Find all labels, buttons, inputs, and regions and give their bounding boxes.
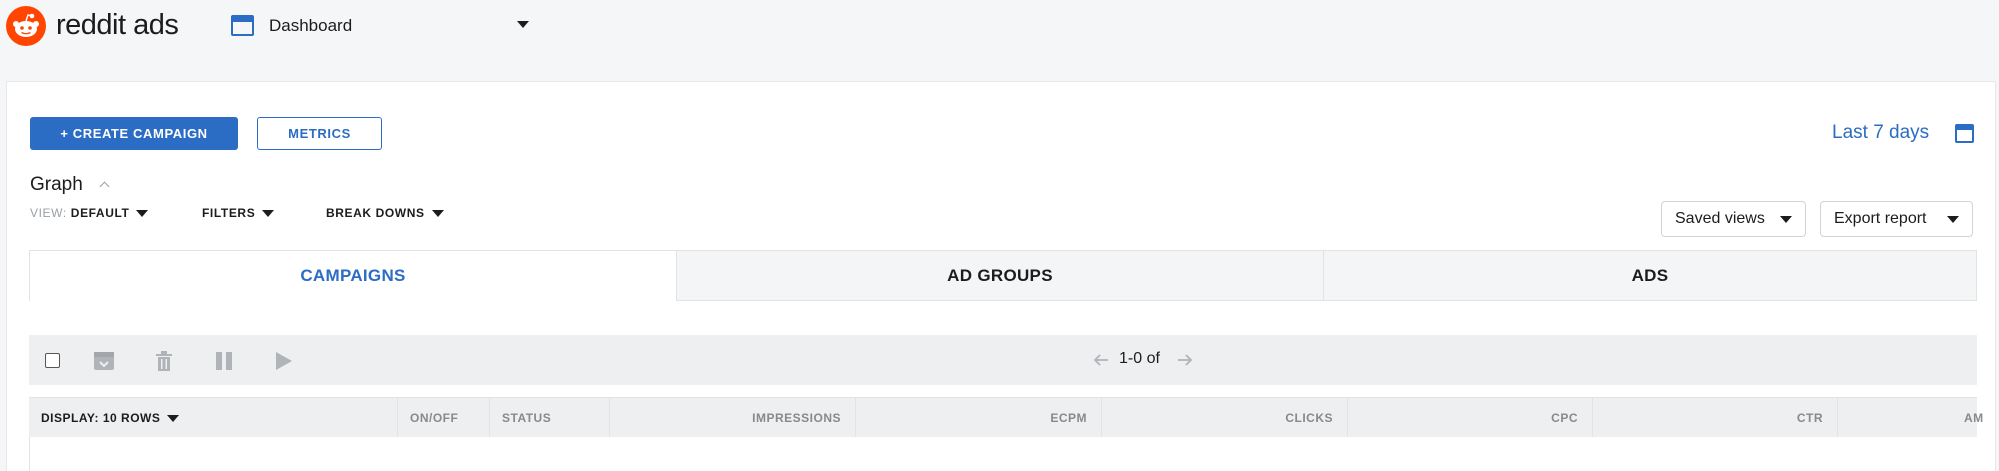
view-value: DEFAULT	[70, 206, 130, 220]
view-selector[interactable]: VIEW: DEFAULT	[30, 206, 149, 220]
display-rows-label: DISPLAY: 10 ROWS	[41, 411, 161, 425]
date-range-selector[interactable]: Last 7 days	[1832, 122, 1929, 144]
column-header-cpc[interactable]: CPC	[1348, 398, 1593, 438]
export-report-label: Export report	[1834, 210, 1927, 227]
breakdowns-dropdown[interactable]: BREAK DOWNS	[326, 206, 444, 220]
caret-down-icon	[1947, 216, 1959, 223]
metrics-button[interactable]: METRICS	[257, 117, 382, 150]
brand-name: reddit ads	[56, 9, 179, 41]
column-header-clicks[interactable]: CLICKS	[1102, 398, 1348, 438]
filters-dropdown[interactable]: FILTERS	[202, 206, 275, 220]
select-all-checkbox[interactable]	[45, 353, 60, 368]
chevron-up-icon[interactable]	[99, 181, 110, 192]
caret-down-icon	[167, 414, 180, 422]
tab-ads[interactable]: ADS	[1323, 250, 1977, 301]
saved-views-dropdown[interactable]: Saved views	[1661, 201, 1806, 237]
caret-down-icon	[1780, 216, 1792, 223]
export-report-dropdown[interactable]: Export report	[1820, 201, 1973, 237]
arrow-left-icon[interactable]	[1093, 353, 1109, 367]
column-header-on-off[interactable]: ON/OFF	[398, 398, 490, 438]
tab-ad-groups[interactable]: AD GROUPS	[676, 250, 1324, 301]
column-header-ecpm[interactable]: ECPM	[856, 398, 1102, 438]
saved-views-label: Saved views	[1675, 210, 1765, 227]
play-icon[interactable]	[275, 351, 293, 371]
arrow-right-icon[interactable]	[1177, 353, 1193, 367]
pager-text: 1-0 of	[1119, 350, 1160, 367]
dashboard-nav-label[interactable]: Dashboard	[269, 16, 352, 36]
pause-icon[interactable]	[215, 351, 233, 371]
column-header-ctr[interactable]: CTR	[1593, 398, 1838, 438]
view-prefix: VIEW:	[30, 206, 67, 220]
create-campaign-button[interactable]: + CREATE CAMPAIGN	[30, 117, 238, 150]
breakdowns-label: BREAK DOWNS	[326, 206, 425, 220]
table-header: DISPLAY: 10 ROWS ON/OFF STATUS IMPRESSIO…	[29, 397, 1983, 438]
caret-down-icon	[431, 209, 444, 217]
tab-campaigns[interactable]: CAMPAIGNS	[29, 250, 677, 301]
column-header-impressions[interactable]: IMPRESSIONS	[610, 398, 856, 438]
column-header-am[interactable]: AM	[1838, 398, 1983, 438]
dashboard-icon	[231, 15, 254, 36]
top-bar: reddit ads Dashboard	[0, 0, 1999, 56]
tabs: CAMPAIGNS AD GROUPS ADS	[29, 250, 1977, 301]
chevron-down-icon[interactable]	[517, 21, 529, 28]
column-header-status[interactable]: STATUS	[490, 398, 610, 438]
reddit-logo-icon[interactable]	[6, 6, 46, 46]
table-body	[29, 437, 1977, 471]
trash-icon[interactable]	[155, 351, 173, 371]
filters-label: FILTERS	[202, 206, 256, 220]
caret-down-icon	[262, 209, 275, 217]
calendar-icon[interactable]	[1955, 124, 1974, 143]
graph-title[interactable]: Graph	[30, 174, 83, 196]
caret-down-icon	[136, 209, 149, 217]
display-rows-selector[interactable]: DISPLAY: 10 ROWS	[29, 398, 398, 438]
table-toolbar: 1-0 of	[29, 335, 1977, 385]
archive-icon[interactable]	[93, 351, 115, 371]
